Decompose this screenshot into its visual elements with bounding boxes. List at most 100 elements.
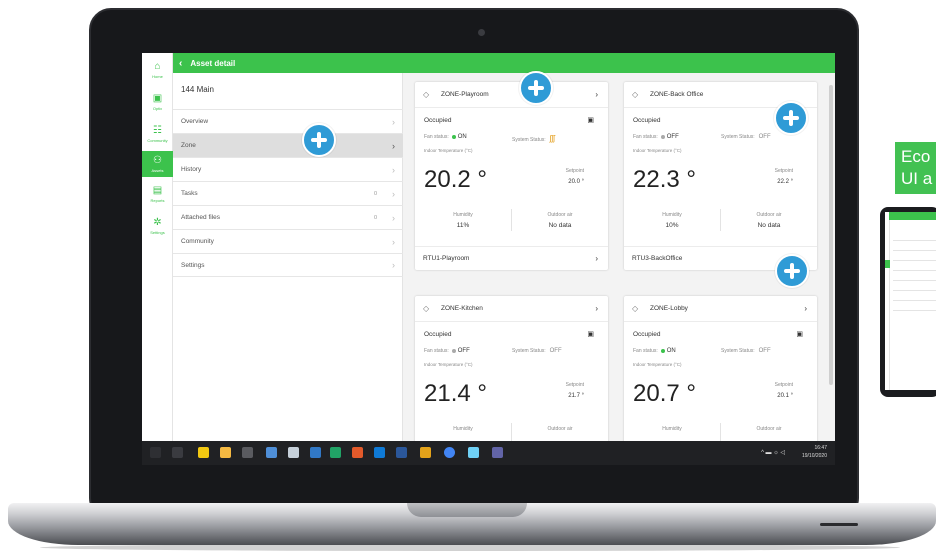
setpoint-label: Setpoint (565, 168, 584, 174)
tablet-row (893, 290, 936, 291)
rail-item-home[interactable]: ⌂ Home (142, 57, 173, 83)
indoor-temp-value: 20.7 ° (633, 380, 696, 407)
chevron-right-icon: › (392, 188, 395, 199)
sidebar-item-tasks[interactable]: Tasks 0 › (173, 181, 403, 205)
occupancy-status: Occupied (424, 117, 452, 124)
fan-status: Fan status: OFF (424, 348, 470, 354)
app-icon[interactable] (420, 447, 431, 458)
settings-icon: ✲ (153, 216, 162, 228)
tablet-row (893, 270, 936, 271)
setpoint-label: Setpoint (774, 382, 793, 388)
sidebar-item-settings[interactable]: Settings › (173, 253, 403, 277)
zone-icon: ◇ (632, 90, 639, 99)
files-count: 0 (373, 214, 377, 221)
fan-status-label: Fan status: (633, 134, 658, 140)
rail-item-assets[interactable]: ⚇ Assets (142, 151, 173, 177)
system-tray-icons[interactable]: ^ ▬ ☼ ◁ (761, 449, 785, 456)
tablet-rail-active (885, 260, 890, 268)
humidity-value: 10% (665, 222, 679, 229)
os-taskbar: ^ ▬ ☼ ◁ 16:47 19/10/2020 (142, 441, 835, 465)
calculator-icon[interactable] (242, 447, 253, 458)
plus-callout-icon (302, 123, 336, 157)
calendar-icon[interactable]: ▣ (796, 330, 803, 338)
zone-card-header[interactable]: ◇ ZONE-Playroom › (415, 82, 608, 108)
calendar-icon[interactable]: ▣ (587, 330, 594, 338)
asset-sidebar: 144 Main Overview › Zone › History › Tas… (173, 73, 403, 441)
laptop-indicator (820, 523, 858, 526)
app-rail: ⌂ Home ▣ Optix ☷ Community ⚇ Assets ▤ Re… (142, 53, 173, 441)
clock-time: 16:47 (814, 445, 827, 451)
rail-item-reports[interactable]: ▤ Reports (142, 181, 173, 207)
tablet-screen (885, 212, 936, 390)
chevron-right-icon: › (392, 260, 395, 270)
tablet-row (893, 240, 936, 241)
word-icon[interactable] (396, 447, 407, 458)
system-status-value: OFF (758, 348, 771, 354)
sidebar-item-history[interactable]: History › (173, 157, 403, 181)
back-icon[interactable]: ‹ (179, 58, 182, 69)
app-icon[interactable] (352, 447, 363, 458)
zone-card-header[interactable]: ◇ ZONE-Kitchen › (415, 296, 608, 322)
rail-label: Reports (150, 197, 165, 203)
chevron-right-icon: › (392, 212, 395, 223)
zone-card[interactable]: ◇ ZONE-Kitchen › Occupied ▣ Fan status: O… (415, 296, 608, 441)
file-explorer-icon[interactable] (220, 447, 231, 458)
content-scrollbar[interactable] (829, 85, 833, 385)
system-status-label: System Status: (512, 348, 546, 354)
clock[interactable]: 16:47 19/10/2020 (802, 444, 827, 460)
rail-item-community[interactable]: ☷ Community (142, 121, 173, 147)
clock-date: 19/10/2020 (801, 453, 827, 459)
outdoor-air-value: No data (757, 222, 781, 229)
occupancy-status: Occupied (633, 331, 661, 338)
start-icon[interactable] (150, 447, 161, 458)
zone-card[interactable]: ◇ ZONE-Lobby › Occupied ▣ Fan status: ON … (624, 296, 817, 441)
occupancy-status: Occupied (633, 117, 661, 124)
status-dot-icon (660, 348, 665, 353)
chevron-right-icon: › (595, 304, 598, 313)
equipment-row[interactable]: RTU1-Playroom › (415, 246, 608, 270)
fan-status-value: ON (666, 348, 676, 354)
zone-icon: ◇ (632, 304, 639, 313)
fan-status: Fan status: OFF (633, 134, 679, 140)
system-status: System Status: OFF (721, 134, 771, 140)
optix-icon: ▣ (152, 92, 163, 104)
sidebar-item-attached-files[interactable]: Attached files 0 › (173, 205, 403, 229)
chrome-icon[interactable] (444, 447, 455, 458)
outdoor-air-label: Outdoor air (756, 426, 782, 432)
setpoint-label: Setpoint (565, 382, 584, 388)
laptop-notch (407, 503, 527, 517)
calendar-icon[interactable]: ▣ (587, 116, 594, 124)
sidebar-item-community[interactable]: Community › (173, 229, 403, 253)
status-dot-icon (660, 134, 665, 139)
teams-icon[interactable] (492, 447, 503, 458)
app-icon[interactable] (288, 447, 299, 458)
indoor-temp-label: Indoor Temperature (°C) (633, 148, 682, 153)
rail-label: Assets (151, 167, 164, 173)
zone-name: ZONE-Kitchen (441, 305, 483, 312)
task-view-icon[interactable] (172, 447, 183, 458)
system-status: System Status: OFF (721, 348, 771, 354)
plus-callout-icon (774, 101, 808, 135)
tablet-row (893, 300, 936, 301)
occupancy-status: Occupied (424, 331, 452, 338)
app-icon[interactable] (468, 447, 479, 458)
zone-grid: ◇ ZONE-Playroom › Occupied ▣ Fan status:… (404, 73, 835, 441)
sticky-notes-icon[interactable] (198, 447, 209, 458)
chevron-right-icon: › (392, 236, 395, 247)
rail-item-optix[interactable]: ▣ Optix (142, 89, 173, 115)
laptop-shadow (40, 544, 900, 551)
outdoor-air-label: Outdoor air (547, 426, 573, 432)
rail-item-settings[interactable]: ✲ Settings (142, 213, 173, 239)
app-icon[interactable] (310, 447, 321, 458)
sidebar-item-overview[interactable]: Overview › (173, 109, 403, 133)
zone-card-header[interactable]: ◇ ZONE-Lobby › (624, 296, 817, 322)
setpoint-value: 20.1 ° (777, 393, 793, 399)
excel-icon[interactable] (330, 447, 341, 458)
zone-card[interactable]: ◇ ZONE-Playroom › Occupied ▣ Fan status:… (415, 82, 608, 270)
system-status-value: OFF (549, 348, 562, 354)
tablet-device (880, 207, 936, 397)
indoor-temp-value: 22.3 ° (633, 166, 696, 193)
app-icon[interactable] (266, 447, 277, 458)
outlook-icon[interactable] (374, 447, 385, 458)
sidebar-item-zone[interactable]: Zone › (173, 133, 403, 157)
